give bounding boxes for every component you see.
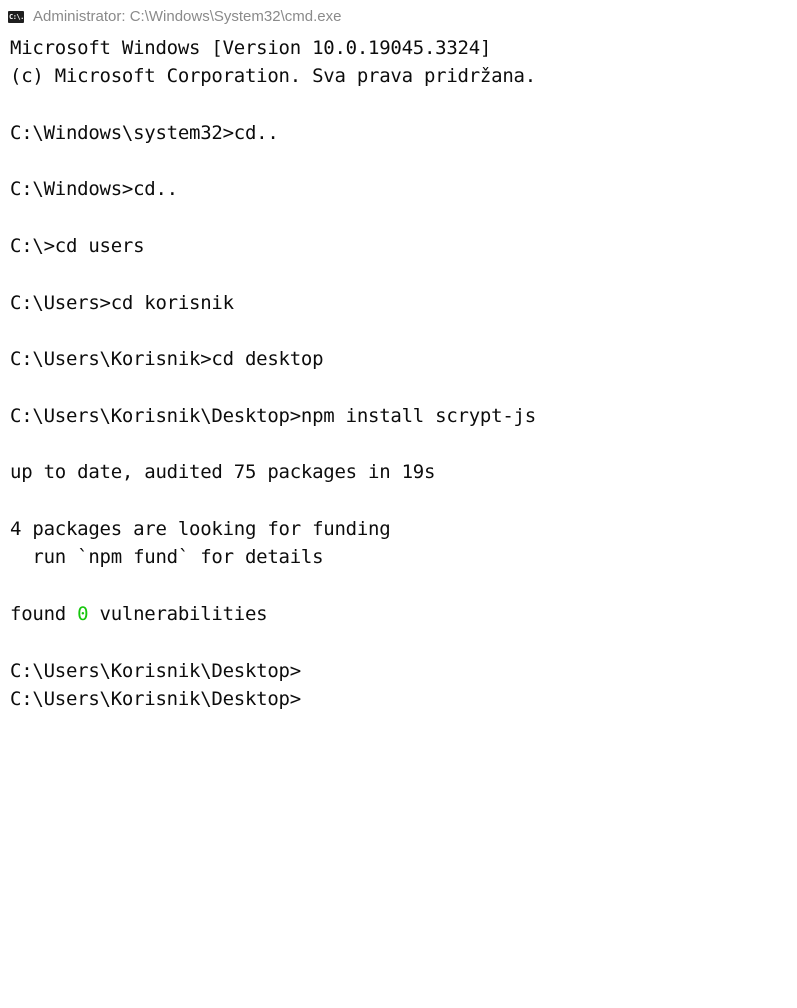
- console-line: C:\Windows\system32>cd..: [10, 121, 279, 144]
- cmd-window: C:\. Administrator: C:\Windows\System32\…: [0, 0, 797, 1008]
- console-line: C:\Users\Korisnik>cd desktop: [10, 348, 324, 371]
- console-line: C:\Users>cd korisnik: [10, 291, 234, 314]
- console-line: C:\>cd users: [10, 235, 145, 258]
- window-title: Administrator: C:\Windows\System32\cmd.e…: [33, 8, 342, 25]
- console-line: C:\Users\Korisnik\Desktop>: [10, 659, 301, 682]
- cmd-icon: C:\.: [8, 11, 24, 23]
- console-line: (c) Microsoft Corporation. Sva prava pri…: [10, 65, 536, 88]
- console-text-segment: 0: [77, 602, 89, 625]
- console-line: run `npm fund` for details: [10, 546, 324, 569]
- console-output[interactable]: Microsoft Windows [Version 10.0.19045.33…: [10, 34, 795, 1004]
- console-line: C:\Windows>cd..: [10, 178, 178, 201]
- console-line: up to date, audited 75 packages in 19s: [10, 461, 436, 484]
- console-line: C:\Users\Korisnik\Desktop>npm install sc…: [10, 404, 536, 427]
- console-line: C:\Users\Korisnik\Desktop>: [10, 687, 301, 710]
- console-text-segment: found: [10, 602, 78, 625]
- console-line: found 0 vulnerabilities: [10, 600, 795, 628]
- console-line: Microsoft Windows [Version 10.0.19045.33…: [10, 37, 492, 59]
- console-text-segment: vulnerabilities: [88, 602, 268, 625]
- cmd-icon-label: C:\.: [9, 13, 24, 21]
- title-bar[interactable]: C:\. Administrator: C:\Windows\System32\…: [0, 0, 797, 34]
- console-line: 4 packages are looking for funding: [10, 518, 391, 541]
